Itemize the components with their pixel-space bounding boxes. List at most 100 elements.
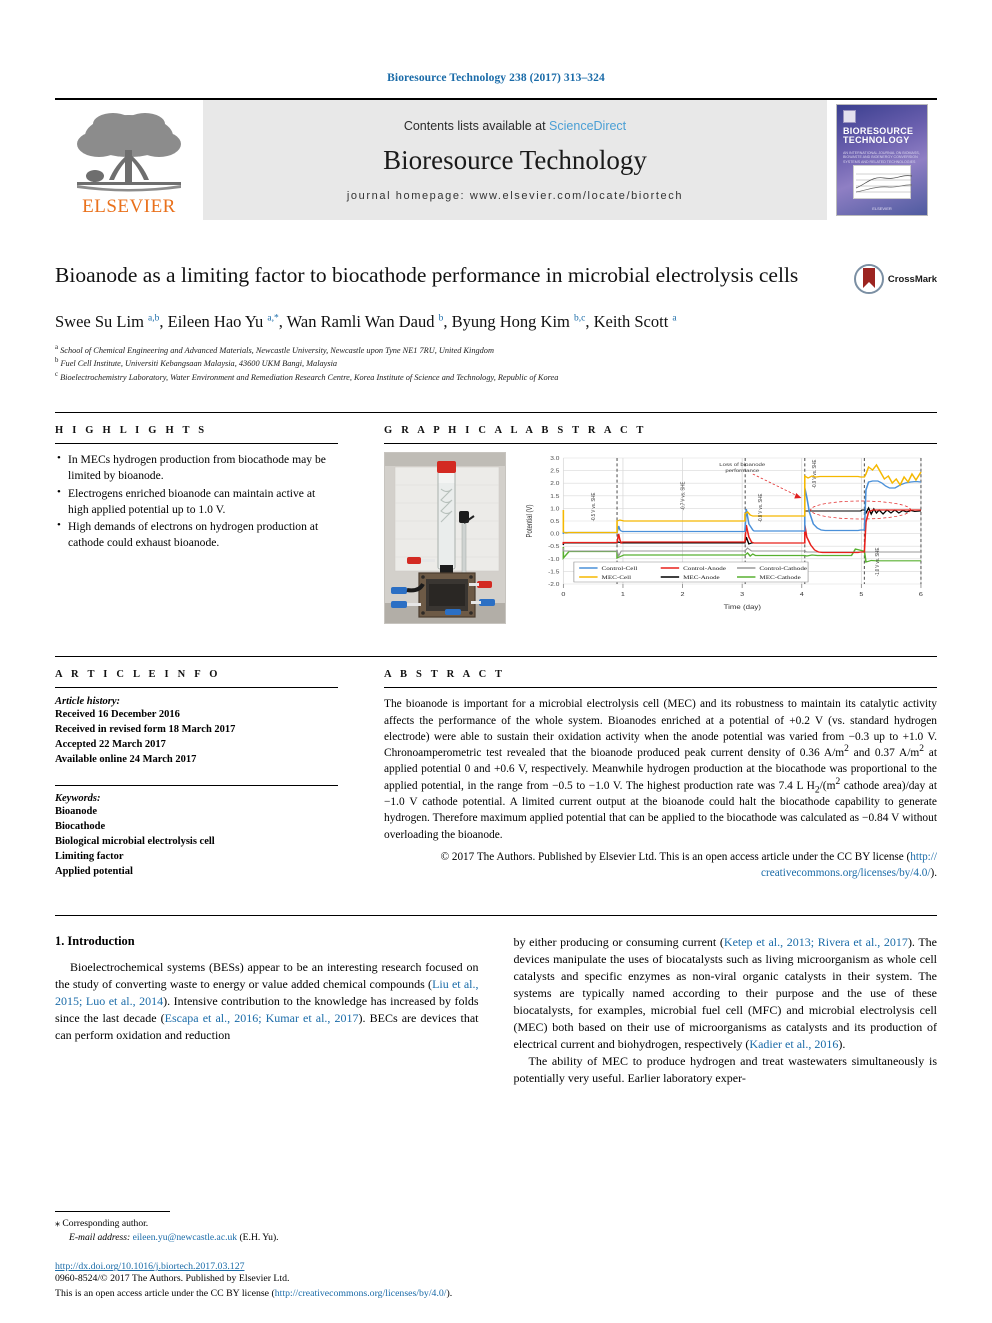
crossmark-label: CrossMark: [887, 273, 937, 285]
svg-text:-1.0 V vs. SHE: -1.0 V vs. SHE: [875, 547, 882, 576]
svg-text:2: 2: [681, 592, 686, 598]
paper-page: Bioresource Technology 238 (2017) 313–32…: [0, 0, 992, 1323]
keyword-item: Limiting factor: [55, 850, 124, 862]
svg-text:6: 6: [919, 592, 924, 598]
keyword-item: Biocathode: [55, 820, 106, 832]
keywords-label: Keywords:: [55, 792, 101, 804]
highlights-heading: H I G H L I G H T S: [55, 425, 208, 437]
email-address-link[interactable]: eileen.yu@newcastle.ac.uk: [133, 1232, 237, 1243]
keyword-item: Bioanode: [55, 805, 98, 817]
svg-text:2.0: 2.0: [550, 482, 560, 487]
affiliation-b: b Fuel Cell Institute, Universiti Kebang…: [55, 357, 937, 370]
introduction-paragraph-right-1: by either producing or consuming current…: [513, 934, 938, 1052]
svg-text:-0.5: -0.5: [548, 545, 559, 550]
body-divider: [55, 914, 937, 916]
affiliation-c: c Bioelectrochemistry Laboratory, Water …: [55, 371, 937, 384]
highlights-graphical-band: H I G H L I G H T S In MECs hydrogen pro…: [55, 412, 937, 634]
keyword-item: Applied potential: [55, 865, 133, 877]
affiliation-text-b: Fuel Cell Institute, Universiti Kebangsa…: [60, 359, 338, 369]
affiliation-text-a: School of Chemical Engineering and Advan…: [60, 345, 494, 355]
affiliation-marker-a: a: [55, 344, 59, 352]
cover-subtitle: AN INTERNATIONAL JOURNAL ON BIOMASS, BIO…: [843, 151, 920, 164]
journal-homepage[interactable]: journal homepage: www.elsevier.com/locat…: [347, 190, 683, 202]
article-info-heading: A R T I C L E I N F O: [55, 669, 221, 681]
running-head: Bioresource Technology 238 (2017) 313–32…: [387, 72, 605, 84]
cover-figure: [853, 165, 913, 199]
article-info-divider: [55, 687, 338, 689]
introduction-paragraph-right-2: The ability of MEC to produce hydrogen a…: [513, 1054, 938, 1086]
author-list: Swee Su Lim a,b, Eileen Hao Yu a,*, Wan …: [55, 311, 677, 331]
svg-text:-0.7 V vs. SHE: -0.7 V vs. SHE: [680, 481, 687, 510]
chart-x-axis-label: Time (day): [724, 605, 761, 611]
highlight-item: High demands of electrons on hydrogen pr…: [57, 518, 338, 551]
introduction-heading: 1. Introduction: [55, 933, 135, 948]
cover-footer: ELSEVIER: [872, 206, 892, 211]
masthead-center: Contents lists available at ScienceDirec…: [203, 100, 827, 220]
svg-text:1: 1: [621, 592, 626, 598]
legend-label-control-cathode: Control-Cathode: [759, 566, 807, 572]
affiliation-marker-c: c: [55, 371, 59, 379]
affiliation-text-c: Bioelectrochemistry Laboratory, Water En…: [60, 372, 559, 382]
legend-label-mec-anode: MEC-Anode: [683, 575, 720, 581]
body-columns: 1. Introduction Bioelectrochemical syste…: [55, 934, 937, 1087]
legend-label-control-cell: Control-Cell: [602, 566, 638, 572]
cell-apparatus-illustration: [385, 453, 505, 624]
license-line: This is an open access article under the…: [55, 1287, 453, 1299]
chart-y-tick-labels: 3.0 2.5 2.0 1.5 1.0 0.5 0.0 -0.5 -1.0 -1…: [548, 457, 560, 588]
svg-text:2.5: 2.5: [550, 469, 559, 474]
svg-text:Loss of bioanode: Loss of bioanode: [719, 463, 765, 468]
cover-chart-icon: [855, 173, 913, 193]
corresponding-email-line: E-mail address: eileen.yu@newcastle.ac.u…: [55, 1231, 455, 1245]
affiliation-a: a School of Chemical Engineering and Adv…: [55, 344, 937, 357]
doi-link[interactable]: http://dx.doi.org/10.1016/j.biortech.201…: [55, 1261, 937, 1272]
article-history-item: Accepted 22 March 2017: [55, 739, 166, 751]
legend-label-control-anode: Control-Anode: [683, 566, 726, 572]
journal-cover-thumbnail: BIORESOURCE TECHNOLOGY AN INTERNATIONAL …: [827, 100, 937, 220]
svg-text:-0.5 V vs. SHE: -0.5 V vs. SHE: [590, 492, 597, 521]
svg-text:0.5: 0.5: [550, 520, 559, 525]
svg-text:-2.0: -2.0: [548, 583, 560, 588]
elsevier-logo: ELSEVIER: [55, 100, 203, 220]
svg-text:-1.0: -1.0: [548, 558, 560, 563]
article-history-label: Article history:: [55, 696, 121, 708]
svg-text:-0.9 V vs. SHE: -0.9 V vs. SHE: [811, 459, 818, 488]
svg-text:4: 4: [800, 592, 805, 598]
affiliation-marker-b: b: [55, 357, 59, 365]
cover-image: BIORESOURCE TECHNOLOGY AN INTERNATIONAL …: [836, 104, 928, 216]
svg-text:performance: performance: [725, 469, 759, 474]
body-column-left: 1. Introduction Bioelectrochemical syste…: [55, 934, 479, 1087]
highlights-section: H I G H L I G H T S In MECs hydrogen pro…: [55, 413, 360, 634]
abstract-section: A B S T R A C T The bioanode is importan…: [360, 657, 937, 891]
highlights-divider: [55, 443, 338, 445]
svg-text:0: 0: [561, 592, 566, 598]
legend-label-mec-cell: MEC-Cell: [602, 575, 632, 581]
article-history-item: Available online 24 March 2017: [55, 753, 197, 765]
journal-title: Bioresource Technology: [383, 144, 647, 175]
issn-copyright-line: 0960-8524/© 2017 The Authors. Published …: [55, 1273, 290, 1285]
graphical-abstract-section: G R A P H I C A L A B S T R A C T 3.0 2.…: [360, 413, 937, 634]
articleinfo-abstract-band: A R T I C L E I N F O Article history: R…: [55, 656, 937, 891]
svg-text:5: 5: [859, 592, 864, 598]
chart-x-tick-labels: 0 1 2 3 4 5 6: [561, 592, 923, 598]
keywords-divider: [55, 774, 338, 786]
svg-text:3.0: 3.0: [550, 457, 560, 462]
footnote-divider: [55, 1210, 170, 1212]
elsevier-wordmark: ELSEVIER: [82, 196, 176, 217]
crossmark-badge[interactable]: CrossMark: [853, 264, 937, 294]
abstract-divider: [384, 687, 937, 689]
article-info-section: A R T I C L E I N F O Article history: R…: [55, 657, 360, 891]
abstract-copyright: © 2017 The Authors. Published by Elsevie…: [440, 850, 937, 879]
abstract-heading: A B S T R A C T: [384, 669, 506, 681]
journal-masthead: ELSEVIER Contents lists available at Sci…: [55, 98, 937, 220]
sciencedirect-link[interactable]: ScienceDirect: [549, 119, 626, 133]
legend-label-mec-cathode: MEC-Cathode: [759, 575, 801, 581]
corresponding-author-footnote: ⁎ Corresponding author. E-mail address: …: [55, 1210, 455, 1245]
chart-x-ticks: [562, 584, 922, 589]
abstract-text: The bioanode is important for a microbia…: [384, 698, 938, 841]
keyword-item: Biological microbial electrolysis cell: [55, 835, 215, 847]
microbial-electrolysis-cell-photo: [384, 452, 506, 625]
svg-text:3: 3: [740, 592, 745, 598]
contents-available-line: Contents lists available at ScienceDirec…: [404, 119, 626, 133]
crossmark-icon: [853, 264, 884, 294]
email-address-suffix: (E.H. Yu).: [239, 1232, 279, 1244]
